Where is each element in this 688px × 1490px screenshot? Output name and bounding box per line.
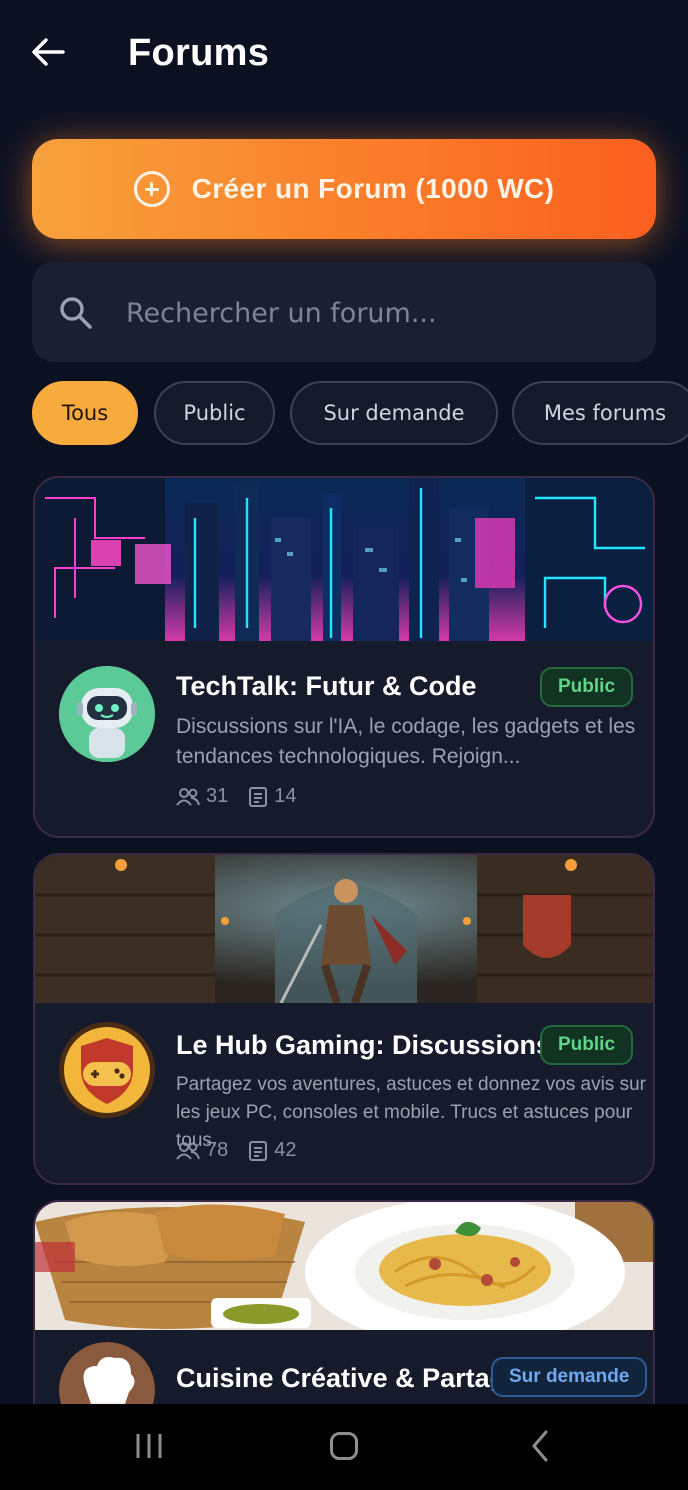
posts-stat: 42 [248, 1139, 297, 1162]
forum-title: TechTalk: Futur & Code [176, 671, 477, 701]
users-icon [176, 787, 200, 806]
status-badge: Public [540, 1025, 634, 1065]
header: Forums [0, 0, 688, 110]
members-count: 78 [206, 1139, 229, 1161]
gamepad-shield-avatar [59, 1022, 155, 1118]
forum-card-gaming[interactable]: Le Hub Gaming: Discussions Public Partag… [33, 853, 655, 1185]
forums-screen: Forums Créer un Forum (1000 WC) Tous Pub… [0, 0, 688, 1404]
home-icon [330, 1432, 358, 1460]
create-forum-label: Créer un Forum (1000 WC) [191, 173, 555, 204]
arrow-left-icon [32, 38, 65, 66]
filter-chip-sur-demande[interactable]: Sur demande [290, 381, 498, 445]
posts-count: 14 [274, 785, 297, 807]
recents-button[interactable] [124, 1426, 174, 1466]
members-count: 31 [206, 785, 229, 807]
fantasy-warrior-dungeon-banner [35, 855, 653, 1003]
forum-stats: 31 14 [176, 785, 297, 808]
create-forum-button[interactable]: Créer un Forum (1000 WC) [32, 139, 656, 239]
status-badge: Public [540, 667, 634, 707]
filter-chips: Tous Public Sur demande Mes forums [32, 381, 688, 447]
search-input[interactable] [126, 290, 626, 336]
posts-stat: 14 [248, 785, 297, 808]
back-button[interactable] [26, 30, 70, 74]
forum-card-cuisine[interactable]: Cuisine Créative & Partage Sur demande [33, 1200, 655, 1404]
forum-title: Cuisine Créative & Partage [176, 1363, 522, 1393]
page-title: Forums [128, 32, 270, 74]
document-icon [249, 1140, 268, 1161]
forum-description: Discussions sur l'IA, le codage, les gad… [176, 715, 636, 768]
robot-avatar [59, 666, 155, 762]
back-chevron-icon [532, 1430, 548, 1462]
system-navigation-bar [0, 1404, 688, 1490]
recents-icon [136, 1434, 162, 1458]
members-stat: 78 [176, 1139, 228, 1162]
cyberpunk-city-banner [35, 478, 653, 641]
status-badge: Sur demande [491, 1357, 648, 1397]
members-stat: 31 [176, 785, 228, 808]
filter-chip-tous[interactable]: Tous [32, 381, 138, 445]
filter-chip-mes-forums[interactable]: Mes forums [512, 381, 688, 445]
system-back-button[interactable] [515, 1426, 565, 1466]
document-icon [249, 786, 268, 807]
users-icon [176, 1141, 200, 1160]
chef-hat-avatar [59, 1342, 155, 1404]
forum-card-techtalk[interactable]: TechTalk: Futur & Code Public Discussion… [33, 476, 655, 838]
search-icon [60, 297, 92, 329]
home-button[interactable] [319, 1426, 369, 1466]
plus-circle-icon [133, 171, 170, 207]
filter-chip-public[interactable]: Public [154, 381, 275, 445]
bread-and-pasta-banner [35, 1202, 653, 1330]
posts-count: 42 [274, 1139, 297, 1161]
forum-stats: 78 42 [176, 1139, 297, 1162]
forum-title: Le Hub Gaming: Discussions [176, 1030, 552, 1060]
